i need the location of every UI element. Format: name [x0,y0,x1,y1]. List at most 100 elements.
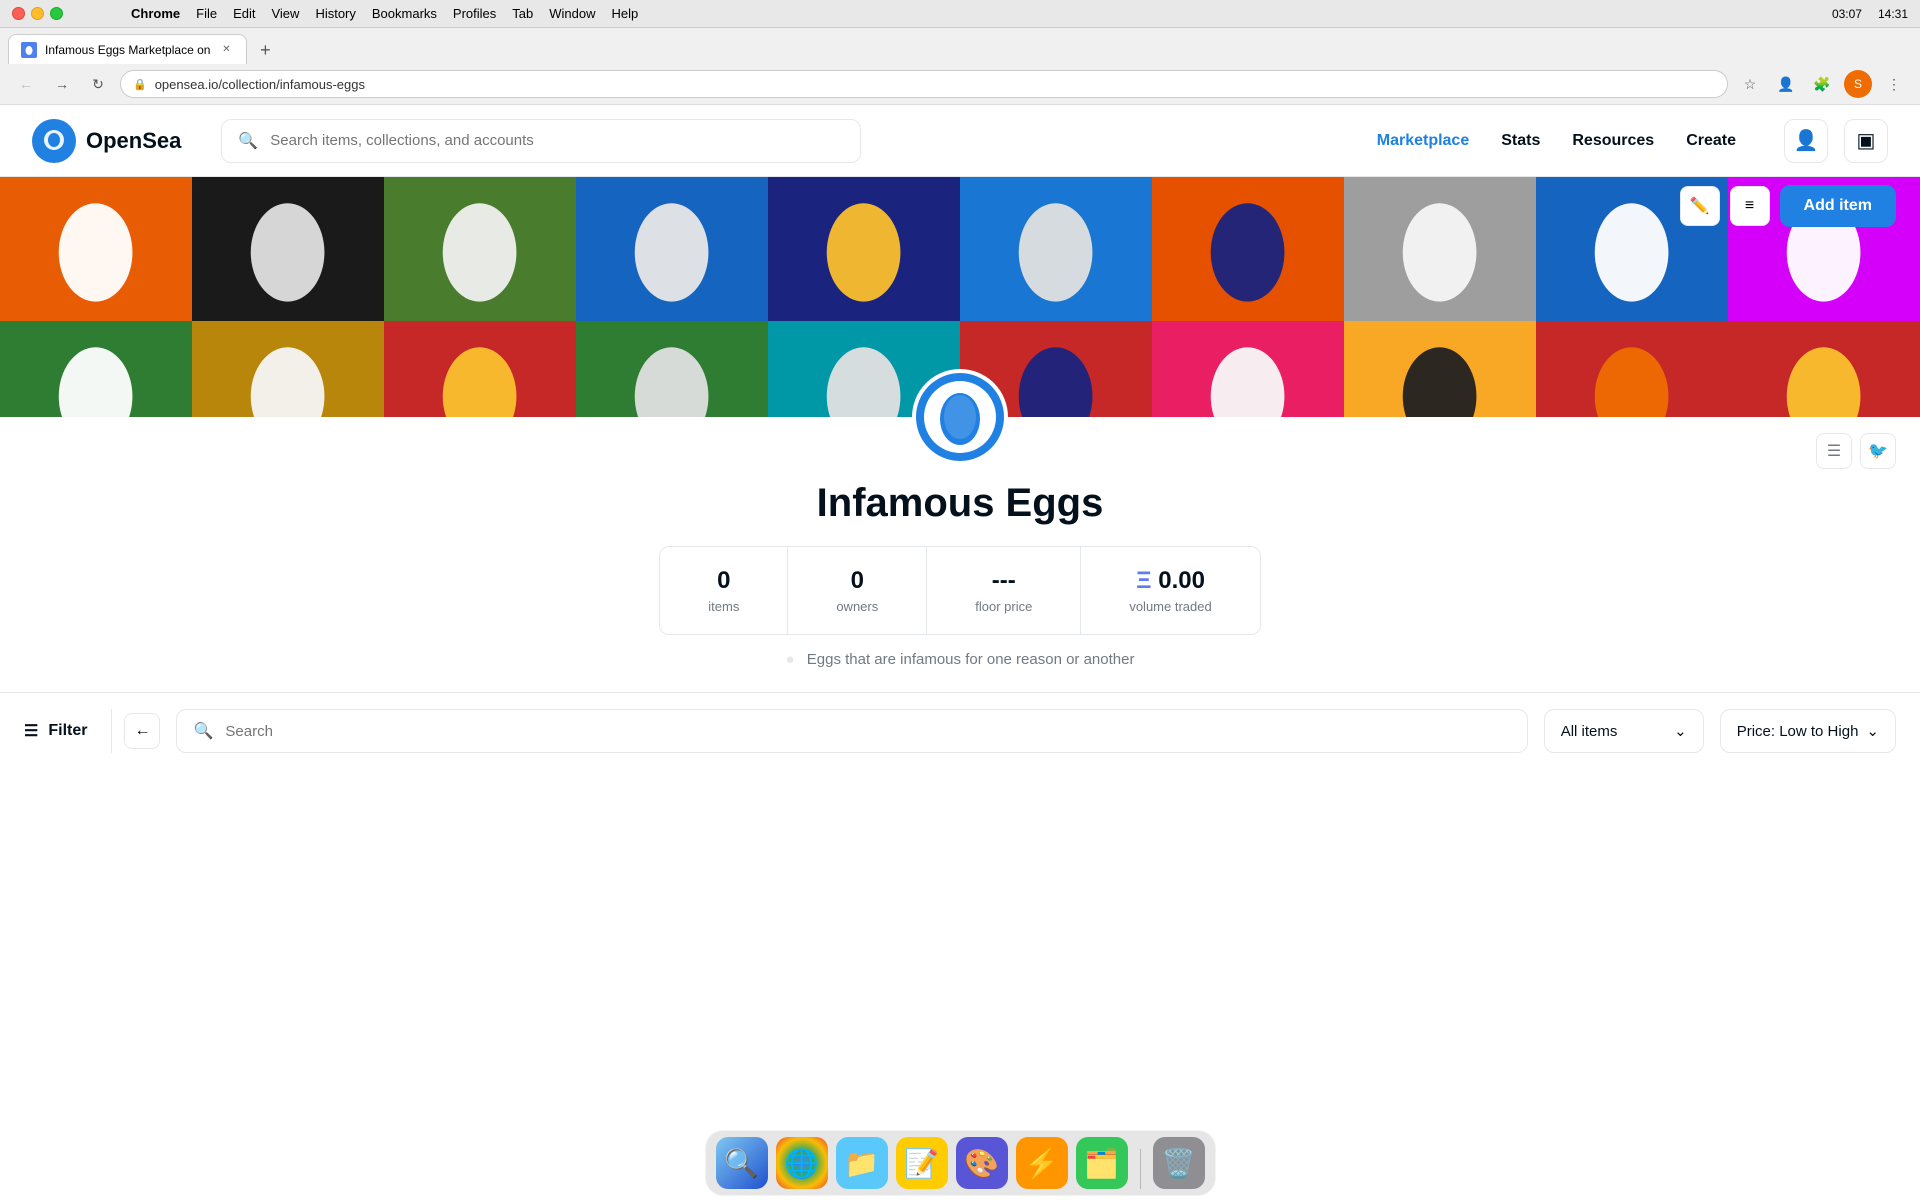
opensea-logo[interactable]: OpenSea [32,119,181,163]
egg-shape [230,191,345,306]
egg-cell [768,177,960,321]
egg-shape [1190,335,1305,417]
menu-social-button[interactable]: ☰ [1816,433,1852,469]
filter-toggle[interactable]: ☰ Filter [0,709,112,753]
filter-back-button[interactable]: ← [124,713,160,749]
nav-create[interactable]: Create [1686,132,1736,150]
search-box[interactable]: 🔍 [221,119,861,163]
menu-chrome[interactable]: Chrome [131,6,180,21]
dock-app5[interactable]: ⚡ [1016,1137,1068,1189]
forward-button[interactable]: → [48,70,76,98]
url-bar[interactable]: 🔒 opensea.io/collection/infamous-eggs [120,70,1728,98]
egg-shape [998,191,1113,306]
egg-cell [1344,177,1536,321]
owners-label: owners [836,599,878,614]
filter-search-input[interactable] [225,723,1510,740]
address-bar-actions: ☆ 👤 🧩 S ⋮ [1736,70,1908,98]
floor-price-label: floor price [975,599,1032,614]
tab-close-button[interactable]: ✕ [218,42,234,58]
nav-marketplace[interactable]: Marketplace [1377,132,1470,150]
title-bar: Chrome File Edit View History Bookmarks … [0,0,1920,28]
search-input[interactable] [270,132,844,149]
egg-cell [1152,321,1344,417]
clock: 14:31 [1878,7,1908,21]
egg-cell [1152,177,1344,321]
page-wrapper: ✏️ ≡ Add item [0,177,1920,753]
egg-cell [0,177,192,321]
maximize-button[interactable] [50,7,63,20]
tab-bar: Infamous Eggs Marketplace on ✕ + [0,28,1920,64]
extension-icon[interactable]: 🧩 [1808,70,1836,98]
all-items-label: All items [1561,723,1618,740]
collection-description: ● Eggs that are infamous for one reason … [786,651,1135,668]
dock-finder[interactable]: 🔍 [716,1137,768,1189]
stat-owners: 0 owners [788,547,927,634]
menu-help[interactable]: Help [612,6,639,21]
dock-notes[interactable]: 📝 [896,1137,948,1189]
dock-files[interactable]: 📁 [836,1137,888,1189]
price-sort-dropdown[interactable]: Price: Low to High ⌄ [1720,709,1896,753]
user-account-icon[interactable]: 👤 [1784,119,1828,163]
egg-shape [1766,335,1881,417]
price-sort-label: Price: Low to High [1737,723,1859,740]
egg-cell [576,177,768,321]
edit-button[interactable]: ✏️ [1680,186,1720,226]
volume-value: Ξ 0.00 [1136,567,1205,595]
close-button[interactable] [12,7,25,20]
reload-button[interactable]: ↻ [84,70,112,98]
filter-search-box[interactable]: 🔍 [176,709,1527,753]
menu-file[interactable]: File [196,6,217,21]
title-bar-status: 03:07 14:31 [1832,7,1908,21]
nav-resources[interactable]: Resources [1572,132,1654,150]
top-actions-bar: ✏️ ≡ Add item [1680,177,1896,227]
header-actions: 👤 ▣ [1784,119,1888,163]
egg-cell [1728,321,1920,417]
menu-edit[interactable]: Edit [233,6,255,21]
egg-shape [998,335,1113,417]
menu-view[interactable]: View [271,6,299,21]
wallet-icon[interactable]: ▣ [1844,119,1888,163]
egg-shape [422,335,537,417]
collection-stats: 0 items 0 owners --- floor price Ξ 0.00 … [659,546,1260,635]
owners-value: 0 [851,567,864,595]
all-items-dropdown[interactable]: All items ⌄ [1544,709,1704,753]
menu-tab[interactable]: Tab [512,6,533,21]
menu-profiles[interactable]: Profiles [453,6,496,21]
avatar-icon[interactable]: 👤 [1772,70,1800,98]
filter-icon: ☰ [24,721,38,741]
header-search: 🔍 [221,119,861,163]
list-view-button[interactable]: ≡ [1730,186,1770,226]
egg-cell [1344,321,1536,417]
add-item-button[interactable]: Add item [1780,185,1896,227]
dock-trash[interactable]: 🗑️ [1153,1137,1205,1189]
items-value: 0 [717,567,730,595]
egg-cell [0,321,192,417]
minimize-button[interactable] [31,7,44,20]
opensea-logo-icon [32,119,76,163]
twitter-button[interactable]: 🐦 [1860,433,1896,469]
nav-stats[interactable]: Stats [1501,132,1540,150]
egg-shape [422,191,537,306]
avatar-inner [924,381,996,453]
back-button[interactable]: ← [12,70,40,98]
menu-bar: Chrome File Edit View History Bookmarks … [131,6,638,21]
bookmark-icon[interactable]: ☆ [1736,70,1764,98]
dock-chrome[interactable]: 🌐 [776,1137,828,1189]
description-dot: ● [786,651,795,668]
dock-app6[interactable]: 🗂️ [1076,1137,1128,1189]
active-tab[interactable]: Infamous Eggs Marketplace on ✕ [8,34,247,64]
lock-icon: 🔒 [133,78,147,91]
traffic-lights [12,7,63,20]
stat-volume: Ξ 0.00 volume traded [1081,547,1259,634]
new-tab-button[interactable]: + [251,36,279,64]
menu-window[interactable]: Window [549,6,595,21]
menu-history[interactable]: History [315,6,355,21]
profile-badge[interactable]: S [1844,70,1872,98]
egg-shape [614,191,729,306]
menu-bookmarks[interactable]: Bookmarks [372,6,437,21]
dock-app4[interactable]: 🎨 [956,1137,1008,1189]
more-options-icon[interactable]: ⋮ [1880,70,1908,98]
egg-shape [38,335,153,417]
opensea-logo-text: OpenSea [86,128,181,154]
egg-shape [806,335,921,417]
